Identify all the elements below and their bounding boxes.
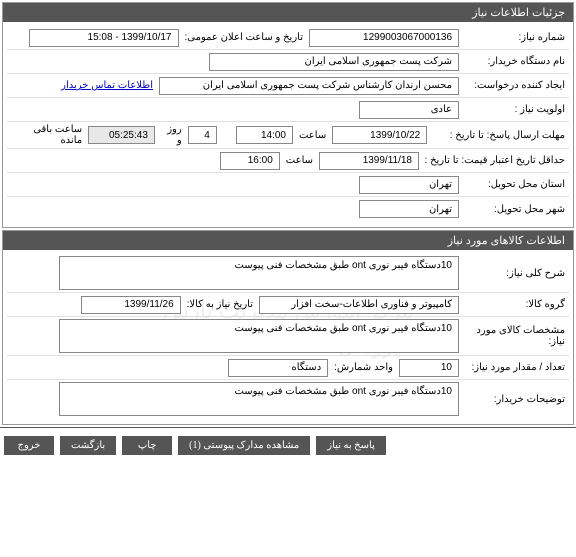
validity-time-field: 16:00 bbox=[220, 152, 280, 170]
province-label: استان محل تحویل: bbox=[459, 179, 569, 190]
respond-button[interactable]: پاسخ به نیاز bbox=[316, 436, 386, 455]
unit-label: واحد شمارش: bbox=[328, 362, 399, 373]
days-field: 4 bbox=[188, 126, 217, 144]
priority-field: عادی bbox=[359, 101, 459, 119]
buyer-label: نام دستگاه خریدار: bbox=[459, 56, 569, 67]
panel-header: جزئیات اطلاعات نیاز bbox=[3, 3, 573, 22]
group-field: کامپیوتر و فناوری اطلاعات-سخت افزار bbox=[259, 296, 459, 314]
need-number-field: 1299003067000136 bbox=[309, 29, 459, 47]
validity-label: حداقل تاریخ اعتبار قیمت: تا تاریخ : bbox=[419, 155, 569, 166]
qty-field: 10 bbox=[399, 359, 459, 377]
row-qty: تعداد / مقدار مورد نیاز: 10 واحد شمارش: … bbox=[7, 358, 569, 380]
need-details-panel: جزئیات اطلاعات نیاز شماره نیاز: 12990030… bbox=[2, 2, 574, 228]
back-button[interactable]: بازگشت bbox=[60, 436, 116, 455]
goods-panel: ﻣﺮﮐﺰ ﺁﻣﻮﺯﺵ ﻣﺪﯾﺮﯾﺖ ﭘﺎﺭﺱ ﭘﮋﻭﻫﺎﻥ ۰۲۱-۸۸۲۴۹۶… bbox=[2, 230, 574, 425]
row-city: شهر محل تحویل: تهران bbox=[7, 199, 569, 221]
hour-label: ساعت bbox=[293, 130, 332, 141]
need-number-label: شماره نیاز: bbox=[459, 32, 569, 43]
public-date-label: تاریخ و ساعت اعلان عمومی: bbox=[179, 32, 310, 43]
row-province: استان محل تحویل: تهران bbox=[7, 175, 569, 197]
days-label: روز و bbox=[155, 124, 188, 146]
goods-panel-header: اطلاعات کالاهای مورد نیاز bbox=[3, 231, 573, 250]
row-validity: حداقل تاریخ اعتبار قیمت: تا تاریخ : 1399… bbox=[7, 151, 569, 173]
desc-label: شرح کلی نیاز: bbox=[459, 268, 569, 279]
group-label: گروه کالا: bbox=[459, 299, 569, 310]
city-label: شهر محل تحویل: bbox=[459, 204, 569, 215]
deadline-date-field: 1399/10/22 bbox=[332, 126, 427, 144]
exit-button[interactable]: خروج bbox=[4, 436, 54, 455]
row-desc: شرح کلی نیاز: 10دستگاه فیبر نوری ont طبق… bbox=[7, 256, 569, 293]
row-need-number: شماره نیاز: 1299003067000136 تاریخ و ساع… bbox=[7, 28, 569, 50]
validity-date-field: 1399/11/18 bbox=[319, 152, 419, 170]
row-spec: مشخصات کالای مورد نیاز: 10دستگاه فیبر نو… bbox=[7, 319, 569, 356]
public-date-field: 1399/10/17 - 15:08 bbox=[29, 29, 179, 47]
attachments-button[interactable]: مشاهده مدارک پیوستی (1) bbox=[178, 436, 310, 455]
province-field: تهران bbox=[359, 176, 459, 194]
separator bbox=[0, 427, 576, 428]
remain-time-field: 05:25:43 bbox=[88, 126, 155, 144]
row-priority: اولویت نیاز : عادی bbox=[7, 100, 569, 122]
priority-label: اولویت نیاز : bbox=[459, 104, 569, 115]
delivery-field: 1399/11/26 bbox=[81, 296, 181, 314]
row-deadline: مهلت ارسال پاسخ: تا تاریخ : 1399/10/22 س… bbox=[7, 124, 569, 149]
spec-label: مشخصات کالای مورد نیاز: bbox=[459, 325, 569, 347]
notes-label: توضیحات خریدار: bbox=[459, 394, 569, 405]
contact-link[interactable]: اطلاعات تماس خریدار bbox=[55, 80, 159, 91]
delivery-label: تاریخ نیاز به کالا: bbox=[181, 299, 259, 310]
row-group: گروه کالا: کامپیوتر و فناوری اطلاعات-سخت… bbox=[7, 295, 569, 317]
buyer-field: شرکت پست جمهوری اسلامی ایران bbox=[209, 53, 459, 71]
creator-label: ایجاد کننده درخواست: bbox=[459, 80, 569, 91]
unit-field: دستگاه bbox=[228, 359, 328, 377]
city-field: تهران bbox=[359, 200, 459, 218]
desc-field: 10دستگاه فیبر نوری ont طبق مشخصات فنی پی… bbox=[59, 256, 459, 290]
qty-label: تعداد / مقدار مورد نیاز: bbox=[459, 362, 569, 373]
row-creator: ایجاد کننده درخواست: محسن ارندان کارشناس… bbox=[7, 76, 569, 98]
print-button[interactable]: چاپ bbox=[122, 436, 172, 455]
hour-label-2: ساعت bbox=[280, 155, 319, 166]
button-bar: خروج بازگشت چاپ مشاهده مدارک پیوستی (1) … bbox=[0, 430, 576, 461]
notes-field: 10دستگاه فیبر نوری ont طبق مشخصات فنی پی… bbox=[59, 382, 459, 416]
spec-field: 10دستگاه فیبر نوری ont طبق مشخصات فنی پی… bbox=[59, 319, 459, 353]
remain-label: ساعت باقی مانده bbox=[7, 124, 88, 146]
creator-field: محسن ارندان کارشناس شرکت پست جمهوری اسلا… bbox=[159, 77, 459, 95]
row-buyer: نام دستگاه خریدار: شرکت پست جمهوری اسلام… bbox=[7, 52, 569, 74]
row-notes: توضیحات خریدار: 10دستگاه فیبر نوری ont ط… bbox=[7, 382, 569, 418]
deadline-label: مهلت ارسال پاسخ: تا تاریخ : bbox=[427, 130, 569, 141]
deadline-time-field: 14:00 bbox=[236, 126, 293, 144]
